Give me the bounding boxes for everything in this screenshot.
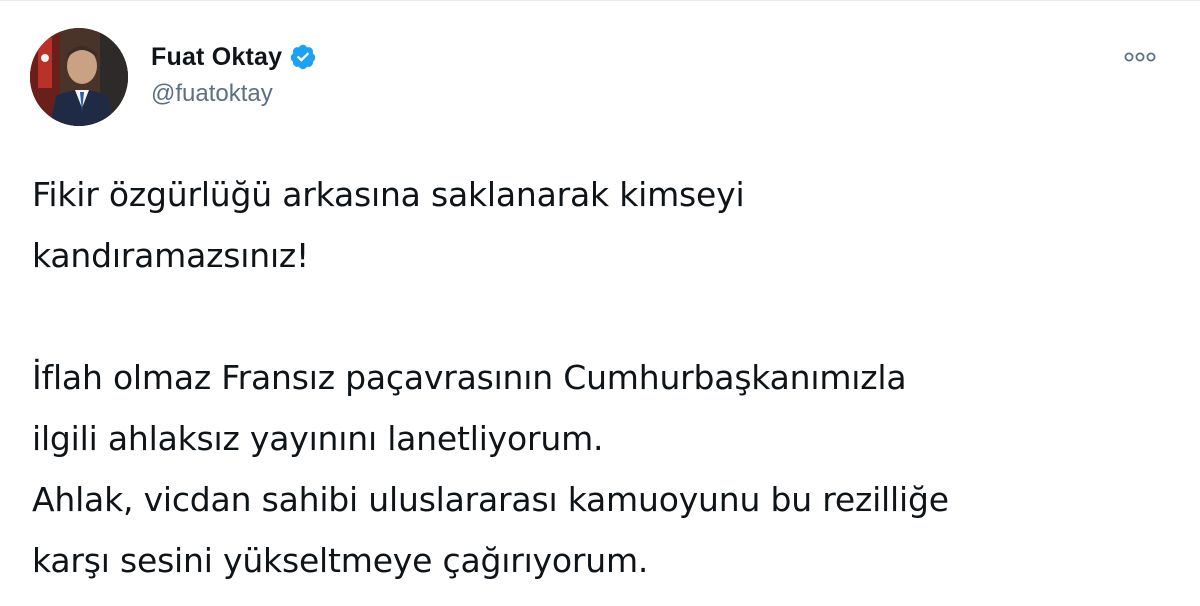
author-handle[interactable]: @fuatoktay xyxy=(151,80,317,108)
more-options-icon xyxy=(1124,52,1156,62)
author-names: Fuat Oktay @fuatoktay xyxy=(151,39,317,108)
tweet-line: Ahlak, vicdan sahibi uluslararası kamuoy… xyxy=(32,480,949,519)
verified-badge-icon xyxy=(289,43,317,71)
tweet-paragraph-2: İflah olmaz Fransız paçavrasının Cumhurb… xyxy=(32,347,1182,591)
tweet-line: ilgili ahlaksız yayınını lanetliyorum. xyxy=(32,419,604,458)
tweet-line: İflah olmaz Fransız paçavrasının Cumhurb… xyxy=(32,358,907,397)
display-name-row: Fuat Oktay xyxy=(151,39,317,75)
tweet-paragraph-1: Fikir özgürlüğü arkasına saklanarak kims… xyxy=(32,164,1182,286)
tweet-line: karşı sesini yükseltmeye çağırıyorum. xyxy=(32,541,649,580)
tweet-line: Fikir özgürlüğü arkasına saklanarak kims… xyxy=(32,175,745,214)
more-options-button[interactable] xyxy=(1120,47,1160,67)
tweet-line: kandıramazsınız! xyxy=(32,236,310,275)
tweet-header: Fuat Oktay @fuatoktay xyxy=(30,25,1170,129)
profile-photo-icon xyxy=(30,28,128,126)
avatar[interactable] xyxy=(30,28,128,126)
tweet-card: Fuat Oktay @fuatoktay Fikir özgürlüğü ar… xyxy=(0,0,1200,606)
tweet-text: Fikir özgürlüğü arkasına saklanarak kims… xyxy=(32,164,1182,591)
display-name[interactable]: Fuat Oktay xyxy=(151,43,282,72)
